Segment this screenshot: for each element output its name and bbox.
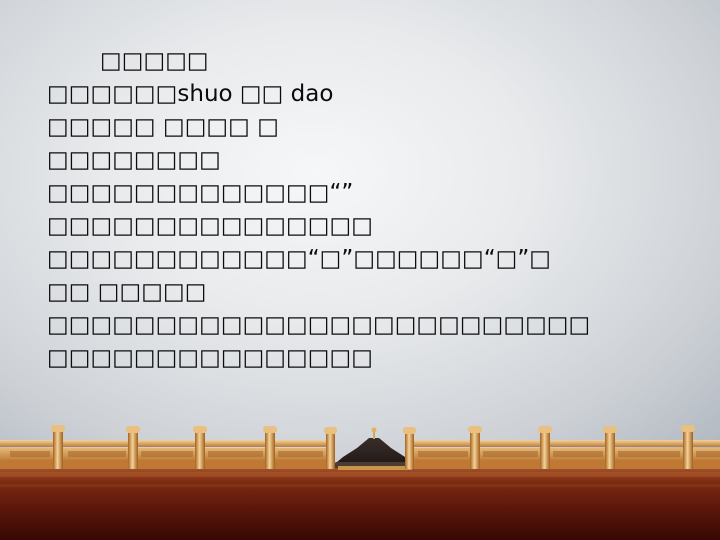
balustrade-post	[603, 426, 617, 469]
floor-reflection	[0, 484, 720, 487]
balustrade-post	[51, 425, 65, 469]
balustrade-right	[406, 440, 720, 469]
balustrade-post	[263, 426, 277, 469]
balustrade-post	[193, 426, 207, 469]
balustrade-post	[681, 425, 695, 469]
text-line: □□□□□□□□□□□□□“”	[47, 180, 354, 206]
text-line: □□□□□□□□	[47, 147, 221, 173]
balustrade-post	[538, 426, 552, 469]
text-line: □□□□□□□□□□□□“□”□□□□□□“□”□	[47, 246, 552, 272]
balustrade-post	[468, 426, 482, 469]
balustrade-left	[0, 440, 334, 469]
balustrade-top-rail	[0, 440, 334, 447]
text-line: □□ □□□□□	[47, 279, 207, 305]
text-line: □□□□□□□□□□□□□□□	[47, 213, 373, 239]
balustrade-top-rail	[406, 440, 720, 447]
courtyard-floor	[0, 468, 720, 540]
balustrade-post	[126, 426, 140, 469]
slide-text-body: □□□□□ □□□□□□shuo □□ dao □□□□□ □□□□ □ □□□…	[47, 45, 687, 375]
text-line: □□□□□□shuo □□ dao	[47, 81, 334, 107]
palace-balustrade-scene	[0, 425, 720, 540]
text-line-title: □□□□□	[100, 48, 209, 74]
balustrade-base	[0, 460, 334, 469]
presentation-slide: □□□□□ □□□□□□shuo □□ dao □□□□□ □□□□ □ □□□…	[0, 0, 720, 540]
text-line: □□□□□□□□□□□□□□□	[47, 345, 373, 371]
text-line: □□□□□□□□□□□□□□□□□□□□□□□□□	[47, 312, 591, 338]
floor-reflection	[0, 472, 720, 477]
text-line: □□□□□ □□□□ □	[47, 114, 279, 140]
balustrade-base	[406, 460, 720, 469]
